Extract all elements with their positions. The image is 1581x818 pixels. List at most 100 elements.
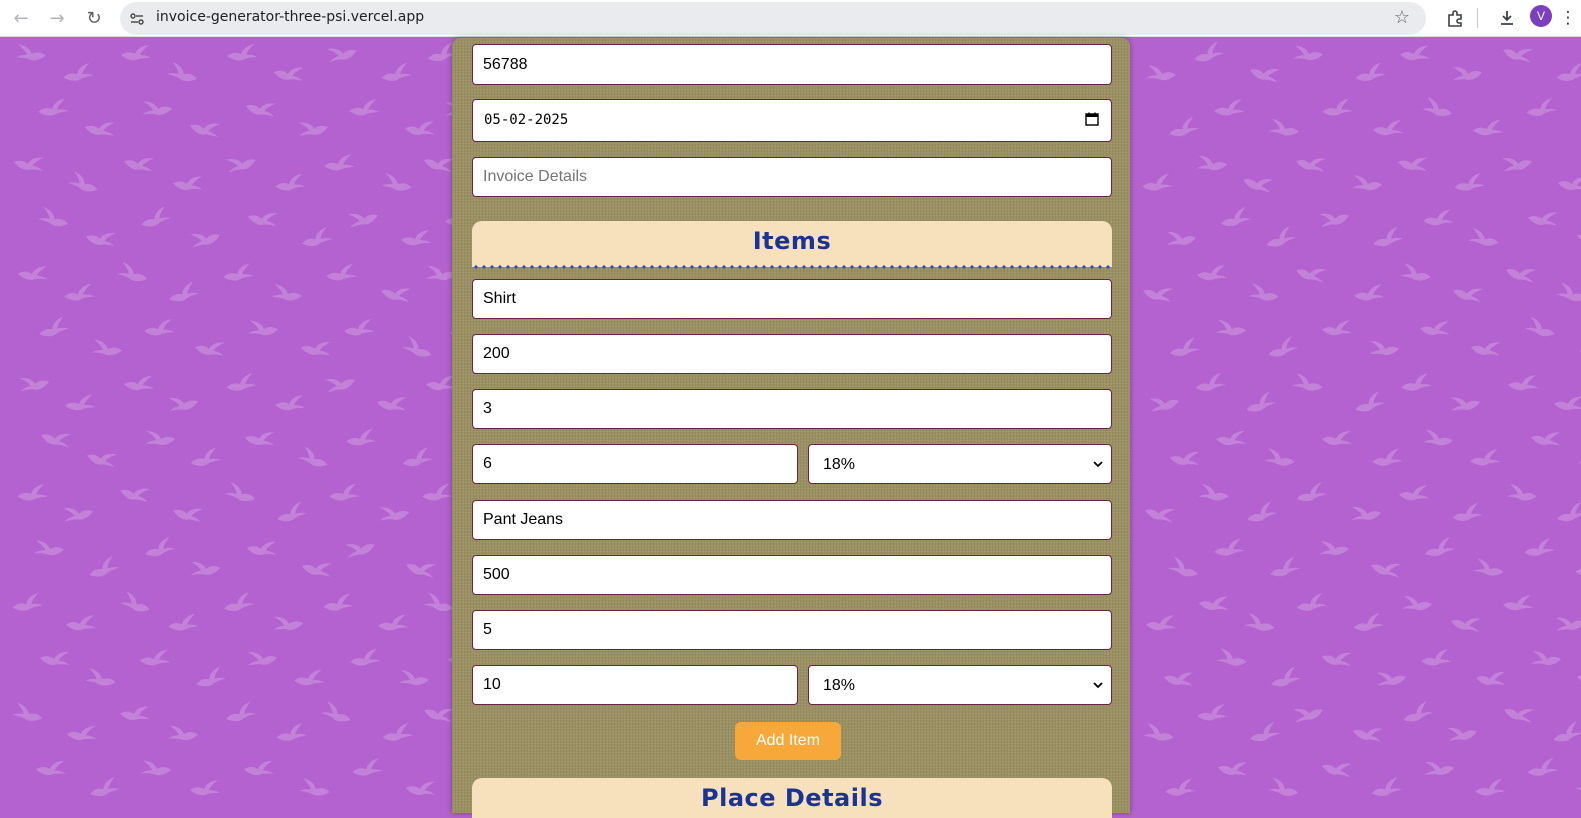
- item-tax-select[interactable]: 18%: [808, 665, 1112, 705]
- bird-pattern-icon: [1263, 226, 1297, 248]
- add-item-button[interactable]: Add Item: [735, 722, 841, 760]
- bird-pattern-icon: [1294, 153, 1328, 173]
- item-name-input[interactable]: [472, 500, 1112, 540]
- bird-pattern-icon: [1195, 703, 1229, 723]
- bird-pattern-icon: [14, 43, 48, 63]
- menu-kebab-icon[interactable]: ⋮: [1558, 3, 1578, 33]
- bird-pattern-icon: [1320, 318, 1354, 338]
- bird-pattern-icon: [1554, 62, 1581, 83]
- bird-pattern-icon: [420, 483, 454, 503]
- bird-pattern-icon: [84, 668, 118, 688]
- tax-select-value: 18%: [823, 456, 856, 473]
- bird-pattern-icon: [16, 263, 50, 283]
- bird-pattern-icon: [122, 153, 156, 173]
- bird-pattern-icon: [1193, 372, 1227, 393]
- bird-pattern-icon: [1553, 613, 1581, 633]
- items-section-header: Items: [472, 221, 1112, 269]
- bird-pattern-icon: [86, 556, 120, 578]
- item-tax-select[interactable]: 18%: [808, 444, 1112, 484]
- bird-pattern-icon: [399, 228, 433, 248]
- calendar-icon[interactable]: [1085, 112, 1099, 126]
- bird-pattern-icon: [1144, 613, 1178, 633]
- bird-pattern-icon: [1140, 173, 1174, 193]
- bird-pattern-icon: [90, 338, 124, 358]
- bird-pattern-icon: [320, 701, 354, 723]
- bird-pattern-icon: [1164, 228, 1198, 248]
- bird-pattern-icon: [1501, 43, 1535, 63]
- dotted-divider: [472, 265, 1112, 269]
- bird-pattern-icon: [1504, 263, 1538, 283]
- bird-pattern-icon: [166, 393, 200, 413]
- bird-pattern-icon: [300, 558, 334, 578]
- bird-pattern-icon: [1399, 263, 1433, 283]
- bird-pattern-icon: [1212, 98, 1246, 118]
- bird-pattern-icon: [224, 481, 258, 503]
- bird-pattern-icon: [1291, 373, 1325, 393]
- bird-pattern-icon: [188, 228, 222, 248]
- date-value: 05-02-2025: [484, 112, 569, 128]
- bird-pattern-icon: [119, 591, 153, 613]
- bird-pattern-icon: [1421, 97, 1455, 118]
- bird-pattern-icon: [221, 263, 255, 283]
- item-discount-input[interactable]: [472, 665, 798, 705]
- bird-pattern-icon: [1398, 43, 1432, 63]
- item-price-input[interactable]: [472, 334, 1112, 374]
- bird-pattern-icon: [1472, 558, 1506, 578]
- bird-pattern-icon: [87, 776, 121, 798]
- forward-icon[interactable]: →: [42, 3, 72, 33]
- invoice-number-input[interactable]: [472, 44, 1112, 85]
- bird-pattern-icon: [1147, 393, 1181, 413]
- address-bar[interactable]: invoice-generator-three-psi.vercel.app ☆: [120, 2, 1426, 35]
- download-icon[interactable]: [1492, 3, 1522, 33]
- bird-pattern-icon: [1550, 721, 1581, 743]
- invoice-details-input[interactable]: [472, 157, 1112, 197]
- item-quantity-input[interactable]: [472, 389, 1112, 429]
- bird-pattern-icon: [142, 536, 176, 558]
- bird-pattern-icon: [1248, 63, 1282, 83]
- bird-pattern-icon: [166, 613, 200, 633]
- item-name-input[interactable]: [472, 279, 1112, 319]
- bird-pattern-icon: [1195, 263, 1229, 283]
- bird-pattern-icon: [1265, 336, 1299, 358]
- bird-pattern-icon: [1374, 668, 1408, 688]
- invoice-date-input[interactable]: 05-02-2025: [472, 99, 1112, 142]
- bird-pattern-icon: [1214, 318, 1248, 338]
- profile-avatar[interactable]: V: [1530, 5, 1552, 27]
- bird-pattern-icon: [166, 281, 200, 303]
- bird-pattern-icon: [1397, 483, 1431, 503]
- item-discount-input[interactable]: [472, 444, 798, 484]
- bird-pattern-icon: [143, 428, 177, 448]
- bird-pattern-icon: [1168, 448, 1202, 468]
- item-quantity-input[interactable]: [472, 610, 1112, 650]
- bird-pattern-icon: [224, 372, 258, 393]
- bird-pattern-icon: [1247, 283, 1281, 303]
- bird-pattern-icon: [166, 61, 200, 83]
- bird-pattern-icon: [1502, 703, 1536, 723]
- bird-pattern-icon: [1215, 648, 1249, 668]
- bird-pattern-icon: [1350, 173, 1384, 193]
- item-price-input[interactable]: [472, 555, 1112, 595]
- site-info-icon[interactable]: [124, 6, 150, 32]
- reload-icon[interactable]: ↻: [79, 3, 109, 33]
- items-section-title: Items: [752, 227, 832, 255]
- bird-pattern-icon: [1370, 448, 1404, 468]
- bird-pattern-icon: [1524, 316, 1558, 338]
- bird-pattern-icon: [1524, 97, 1558, 118]
- bird-pattern-icon: [325, 43, 359, 63]
- bookmark-star-icon[interactable]: ☆: [1394, 7, 1410, 28]
- back-icon[interactable]: ←: [6, 3, 36, 33]
- bird-pattern-icon: [1369, 777, 1403, 798]
- bird-pattern-icon: [1267, 777, 1301, 798]
- tax-select-value: 18%: [823, 677, 856, 694]
- bird-pattern-icon: [1167, 556, 1201, 578]
- bird-pattern-icon: [1448, 393, 1482, 413]
- bird-pattern-icon: [1396, 153, 1430, 173]
- bird-pattern-icon: [403, 118, 437, 138]
- bird-pattern-icon: [401, 336, 435, 358]
- bird-pattern-icon: [171, 173, 205, 193]
- bird-pattern-icon: [299, 227, 333, 248]
- bird-pattern-icon: [36, 98, 70, 118]
- bird-pattern-icon: [1212, 538, 1246, 558]
- extensions-icon[interactable]: [1440, 3, 1470, 33]
- bird-pattern-icon: [139, 758, 173, 778]
